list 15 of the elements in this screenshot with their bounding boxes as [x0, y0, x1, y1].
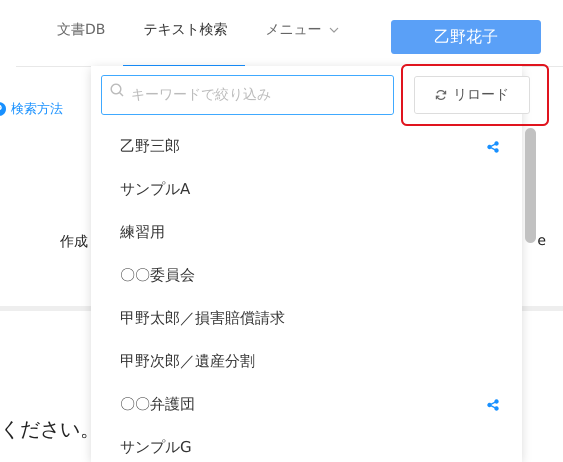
list-item[interactable]: 乙野三郎 [91, 125, 522, 168]
menu-dropdown[interactable]: メニュー [245, 0, 358, 67]
list-item[interactable]: 〇〇委員会 [91, 254, 522, 297]
field-label: 作成 [60, 233, 88, 251]
list-item[interactable]: 甲野太郎／損害賠償請求 [91, 297, 522, 340]
search-field[interactable]: キーワードで絞り込み [101, 75, 394, 115]
chevron-down-icon [329, 26, 340, 32]
list-item[interactable]: 練習用 [91, 211, 522, 254]
nav-tab[interactable]: 文書DB [37, 0, 124, 67]
reload-icon [435, 89, 447, 101]
reload-button[interactable]: リロード [414, 76, 530, 114]
list-item[interactable]: 甲野次郎／遺産分割 [91, 340, 522, 383]
scrollbar-thumb[interactable] [525, 128, 536, 243]
text-fragment: e [537, 233, 546, 251]
list-item[interactable]: サンプルA [91, 168, 522, 211]
